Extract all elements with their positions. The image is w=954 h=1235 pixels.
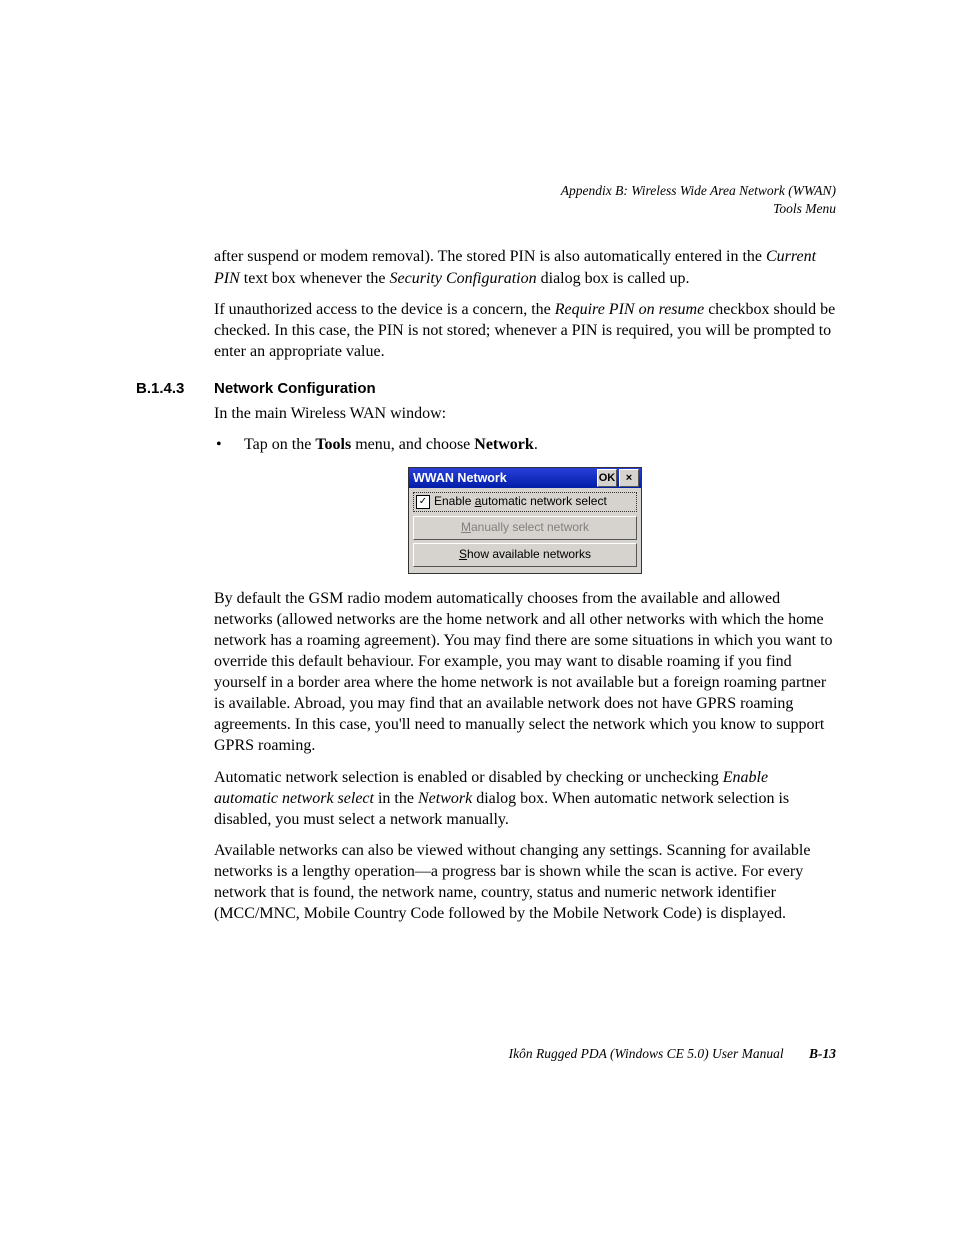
manually-select-network-button[interactable]: Manually select network [413, 516, 637, 540]
paragraph-4: By default the GSM radio modem automatic… [214, 588, 836, 757]
show-available-networks-button[interactable]: Show available networks [413, 543, 637, 567]
paragraph-3: In the main Wireless WAN window: [214, 403, 836, 424]
bullet-text: Tap on the Tools menu, and choose Networ… [244, 434, 538, 455]
ok-button[interactable]: OK [597, 469, 617, 487]
section-number: B.1.4.3 [136, 380, 214, 397]
header-line1: Appendix B: Wireless Wide Area Network (… [561, 183, 836, 198]
checkbox-label: Enable automatic network select [434, 494, 607, 510]
paragraph-2: If unauthorized access to the device is … [214, 299, 836, 362]
section-heading: B.1.4.3 Network Configuration [136, 380, 836, 397]
footer-text: Ikôn Rugged PDA (Windows CE 5.0) User Ma… [509, 1046, 784, 1061]
paragraph-1: after suspend or modem removal). The sto… [214, 246, 836, 288]
wwan-titlebar: WWAN Network OK × [409, 468, 641, 488]
paragraph-6: Available networks can also be viewed wi… [214, 840, 836, 924]
enable-auto-network-checkbox-row[interactable]: ✓ Enable automatic network select [413, 492, 637, 512]
checkbox-icon[interactable]: ✓ [416, 495, 430, 509]
page-footer: Ikôn Rugged PDA (Windows CE 5.0) User Ma… [136, 1046, 836, 1062]
section-title: Network Configuration [214, 380, 376, 397]
header-line2: Tools Menu [773, 201, 836, 216]
bullet-icon: • [214, 434, 244, 455]
wwan-title-text: WWAN Network [413, 470, 597, 487]
close-button[interactable]: × [619, 469, 639, 487]
bullet-item: • Tap on the Tools menu, and choose Netw… [214, 434, 836, 455]
paragraph-5: Automatic network selection is enabled o… [214, 767, 836, 830]
page-number: B-13 [809, 1046, 836, 1061]
wwan-dialog: WWAN Network OK × ✓ Enable automatic net… [408, 467, 642, 573]
page-header: Appendix B: Wireless Wide Area Network (… [136, 182, 836, 218]
